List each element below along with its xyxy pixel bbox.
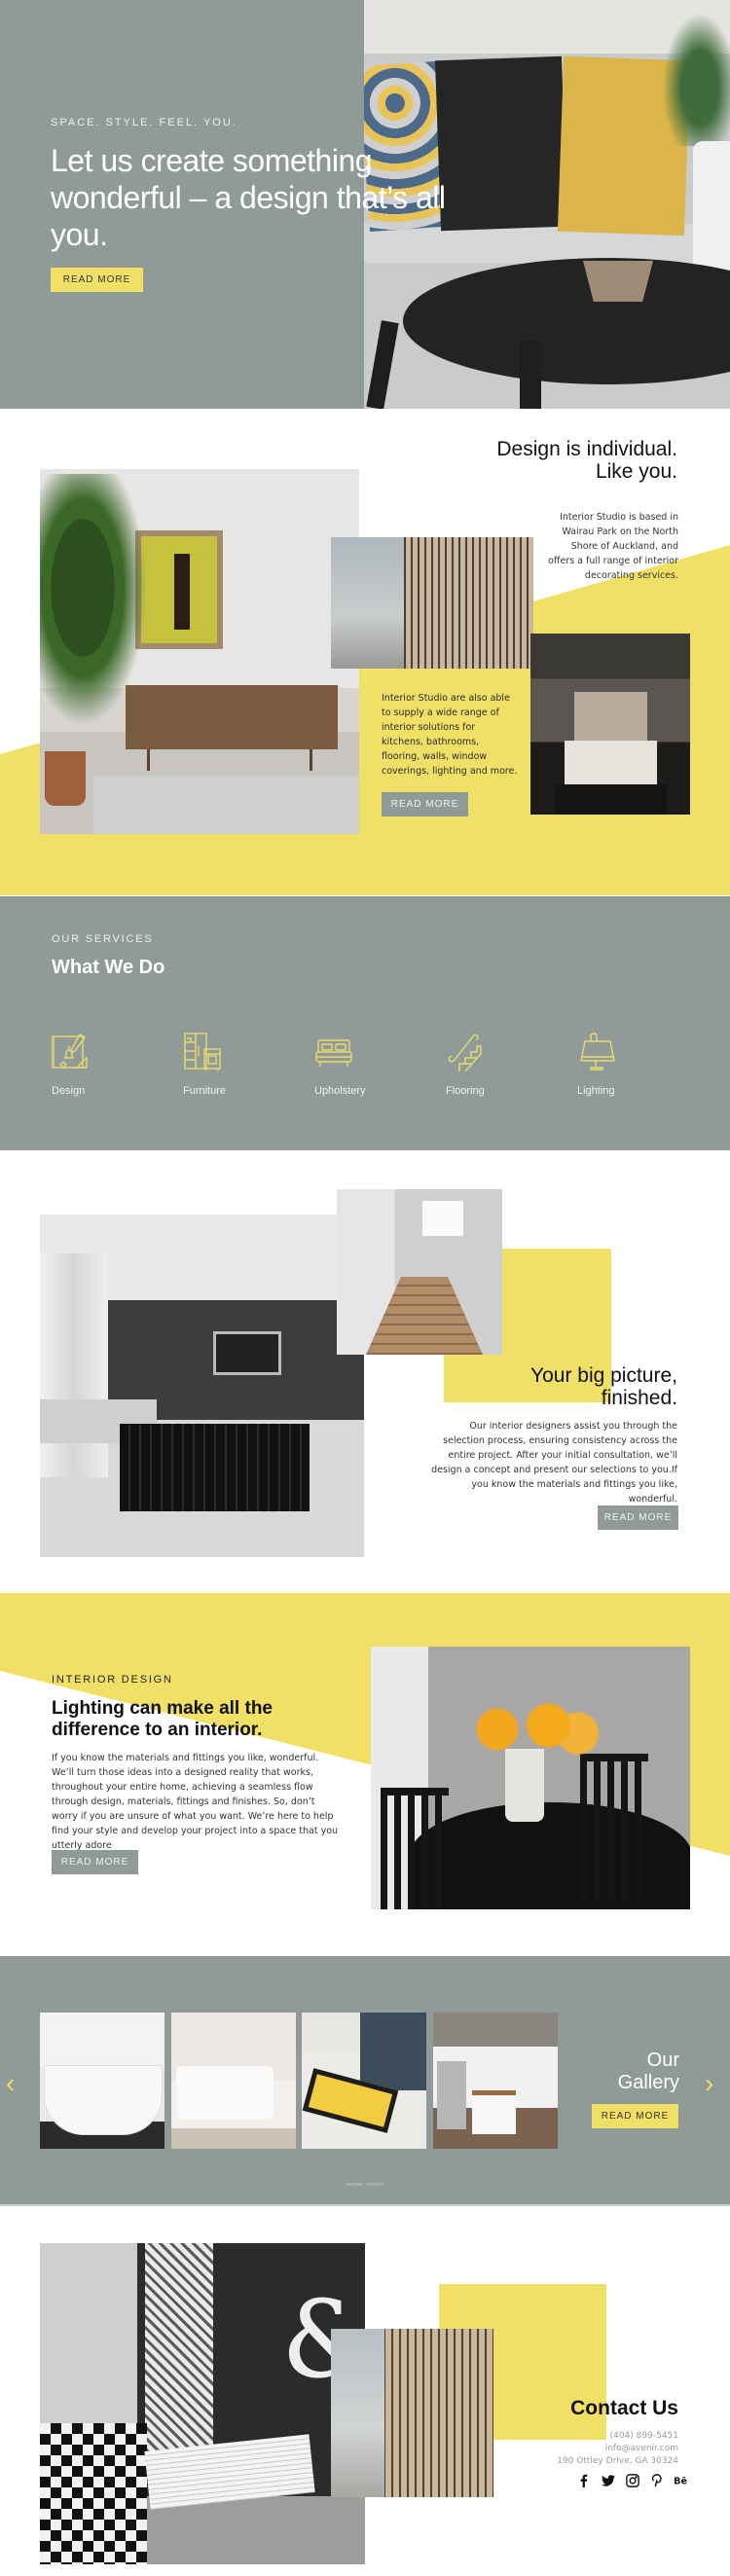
hero-title: Let us create something wonderful – a de… xyxy=(51,143,446,252)
section-heading: Design is individual. Like you. xyxy=(409,438,677,483)
contact-address: 190 Ottley Drive, GA 30324 xyxy=(557,2456,678,2466)
service-design[interactable]: Design xyxy=(52,1033,129,1097)
contact-email[interactable]: info@avenir.com xyxy=(467,2444,678,2453)
big-picture-read-more-button[interactable]: READ MORE xyxy=(598,1506,678,1530)
wood-slats-photo xyxy=(331,537,533,669)
gallery-read-more-button[interactable]: READ MORE xyxy=(592,2104,678,2128)
service-label: Upholstery xyxy=(314,1085,366,1097)
gallery-title: Our Gallery xyxy=(545,2050,679,2094)
hero-section: SPACE. STYLE. FEEL. YOU. Let us create s… xyxy=(0,0,730,409)
lamp-icon xyxy=(580,1033,615,1070)
pinterest-icon[interactable] xyxy=(649,2473,665,2488)
solutions-description: Interior Studio are also able to supply … xyxy=(382,693,518,777)
gallery-title-line-1: Our xyxy=(646,2050,679,2071)
gallery-pagination xyxy=(346,2183,383,2186)
gallery-next-arrow[interactable]: › xyxy=(705,2070,722,2097)
contact-section: & Contact Us (404) 899-5451 info@avenir.… xyxy=(0,2206,730,2576)
services-label: OUR SERVICES xyxy=(52,933,154,945)
design-individual-section: Design is individual. Like you. Interior… xyxy=(0,409,730,895)
social-links: Bē xyxy=(576,2473,689,2488)
service-upholstery[interactable]: Upholstery xyxy=(314,1033,392,1097)
service-label: Furniture xyxy=(183,1085,227,1097)
interior-design-label: INTERIOR DESIGN xyxy=(52,1674,173,1686)
interior-design-heading: Lighting can make all the difference to … xyxy=(52,1698,273,1740)
magazines-photo: & xyxy=(40,2243,365,2564)
gallery-image-lounge[interactable] xyxy=(171,2013,296,2149)
stairs-icon xyxy=(448,1034,482,1071)
contact-phone[interactable]: (404) 899-5451 xyxy=(467,2431,678,2441)
heading-line-1: Design is individual. xyxy=(496,438,677,460)
gallery-title-line-2: Gallery xyxy=(617,2072,679,2093)
sideboard-room-photo xyxy=(40,469,359,834)
service-lighting[interactable]: Lighting xyxy=(577,1033,655,1097)
behance-icon[interactable]: Bē xyxy=(674,2473,689,2488)
interior-design-section: INTERIOR DESIGN Lighting can make all th… xyxy=(0,1593,730,1946)
big-picture-description: Our interior designers assist you throug… xyxy=(431,1421,677,1505)
services-section: OUR SERVICES What We Do Design Furniture… xyxy=(0,896,730,1150)
dining-room-photo xyxy=(371,1647,690,1909)
studio-description: Interior Studio is based in Wairau Park … xyxy=(548,512,678,581)
bed-icon xyxy=(315,1039,352,1067)
heading-line-2: finished. xyxy=(601,1387,677,1409)
furniture-icon xyxy=(184,1033,221,1070)
service-label: Lighting xyxy=(577,1085,615,1097)
wood-slats-photo xyxy=(331,2329,493,2497)
hero-tagline: SPACE. STYLE. FEEL. YOU. xyxy=(51,117,237,128)
gallery-image-bathroom[interactable] xyxy=(40,2013,164,2149)
gallery-image-painting[interactable] xyxy=(302,2013,426,2149)
section-heading: Your big picture, finished. xyxy=(428,1364,677,1409)
blueprint-icon xyxy=(52,1034,88,1069)
gallery-section: ‹ Our Gallery READ MORE › xyxy=(0,1956,730,2206)
service-label: Design xyxy=(52,1085,86,1097)
gallery-image-kitchen[interactable] xyxy=(433,2013,558,2149)
twitter-icon[interactable] xyxy=(601,2473,616,2488)
instagram-icon[interactable] xyxy=(625,2473,640,2488)
staircase-photo xyxy=(337,1189,502,1355)
service-label: Flooring xyxy=(446,1085,485,1097)
facebook-icon[interactable] xyxy=(576,2473,592,2488)
heading-line-2: Like you. xyxy=(595,460,677,483)
gallery-page-dot-1[interactable] xyxy=(346,2183,363,2186)
big-picture-section: Your big picture, finished. Our interior… xyxy=(0,1150,730,1593)
bedroom-photo xyxy=(530,634,690,815)
interior-read-more-button[interactable]: READ MORE xyxy=(52,1850,138,1874)
gallery-prev-arrow[interactable]: ‹ xyxy=(6,2070,23,2097)
service-furniture[interactable]: Furniture xyxy=(183,1033,261,1097)
living-room-photo xyxy=(40,1215,364,1557)
individual-read-more-button[interactable]: READ MORE xyxy=(382,792,468,816)
hero-read-more-button[interactable]: READ MORE xyxy=(51,268,143,292)
services-title: What We Do xyxy=(52,957,165,978)
interior-design-description: If you know the materials and fittings y… xyxy=(52,1753,339,1851)
contact-title: Contact Us xyxy=(570,2397,678,2419)
gallery-page-dot-2[interactable] xyxy=(366,2183,383,2186)
service-flooring[interactable]: Flooring xyxy=(446,1033,524,1097)
heading-line-1: Your big picture, xyxy=(530,1364,677,1387)
svg-text:Bē: Bē xyxy=(674,2477,687,2487)
